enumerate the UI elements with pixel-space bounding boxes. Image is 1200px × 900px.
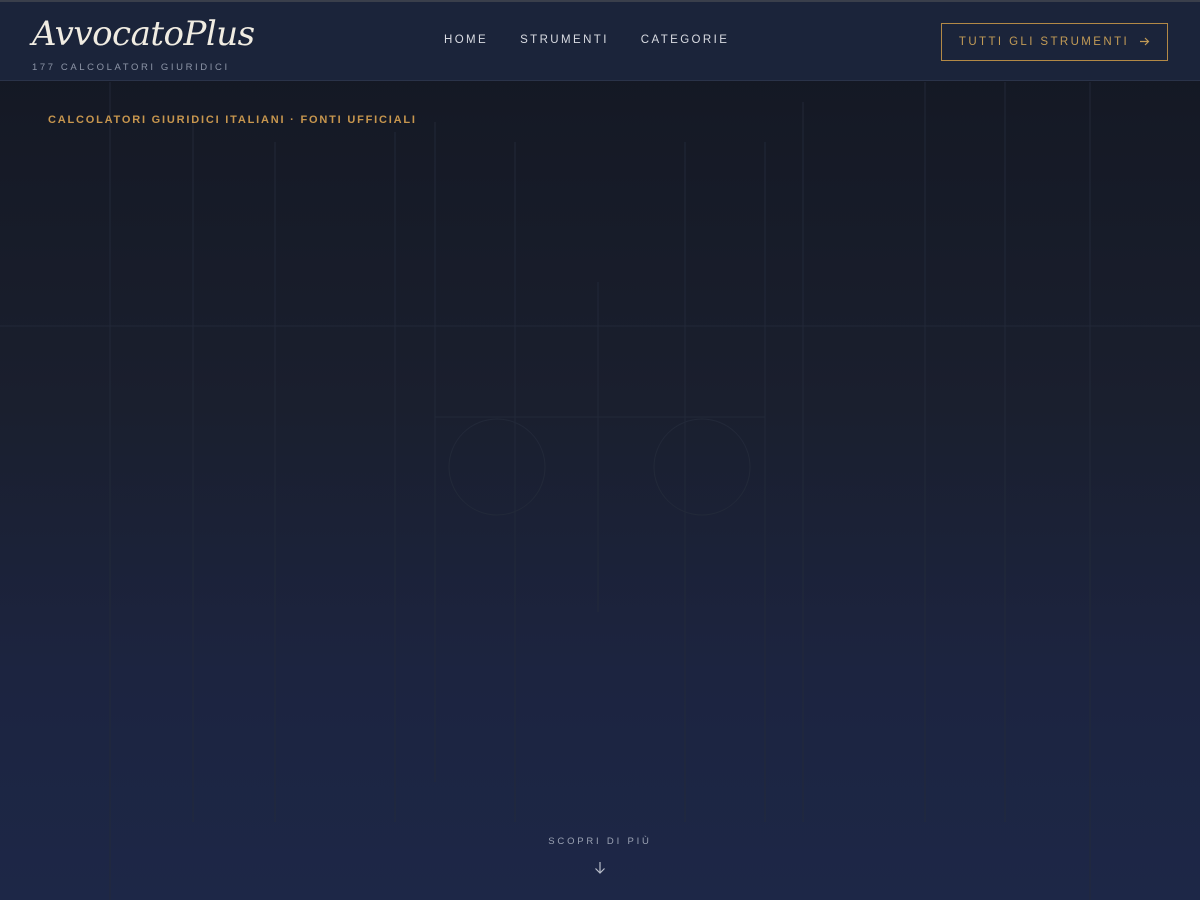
all-tools-button-label: TUTTI GLI STRUMENTI [958, 36, 1130, 48]
page: AvvocatoPlus 177 CALCOLATORI GIURIDICI H… [0, 0, 1200, 900]
nav-strumenti-link[interactable]: STRUMENTI [520, 34, 609, 46]
nav-home-link[interactable]: HOME [444, 34, 488, 46]
hero-kicker: CALCOLATORI GIURIDICI ITALIANI · FONTI U… [48, 114, 417, 126]
nav-categorie-link[interactable]: CATEGORIE [641, 34, 729, 46]
background-decoration [0, 82, 1200, 900]
main-nav: HOME STRUMENTI CATEGORIE [444, 34, 729, 46]
brand-subtitle: 177 CALCOLATORI GIURIDICI [32, 62, 230, 73]
brand-logo[interactable]: AvvocatoPlus [32, 12, 255, 56]
arrow-right-icon [1139, 35, 1150, 50]
arrow-down-icon[interactable] [592, 858, 608, 878]
all-tools-button[interactable]: TUTTI GLI STRUMENTI [941, 23, 1168, 61]
site-header: AvvocatoPlus 177 CALCOLATORI GIURIDICI H… [0, 0, 1200, 81]
scroll-label: SCOPRI DI PIÙ [548, 836, 652, 847]
